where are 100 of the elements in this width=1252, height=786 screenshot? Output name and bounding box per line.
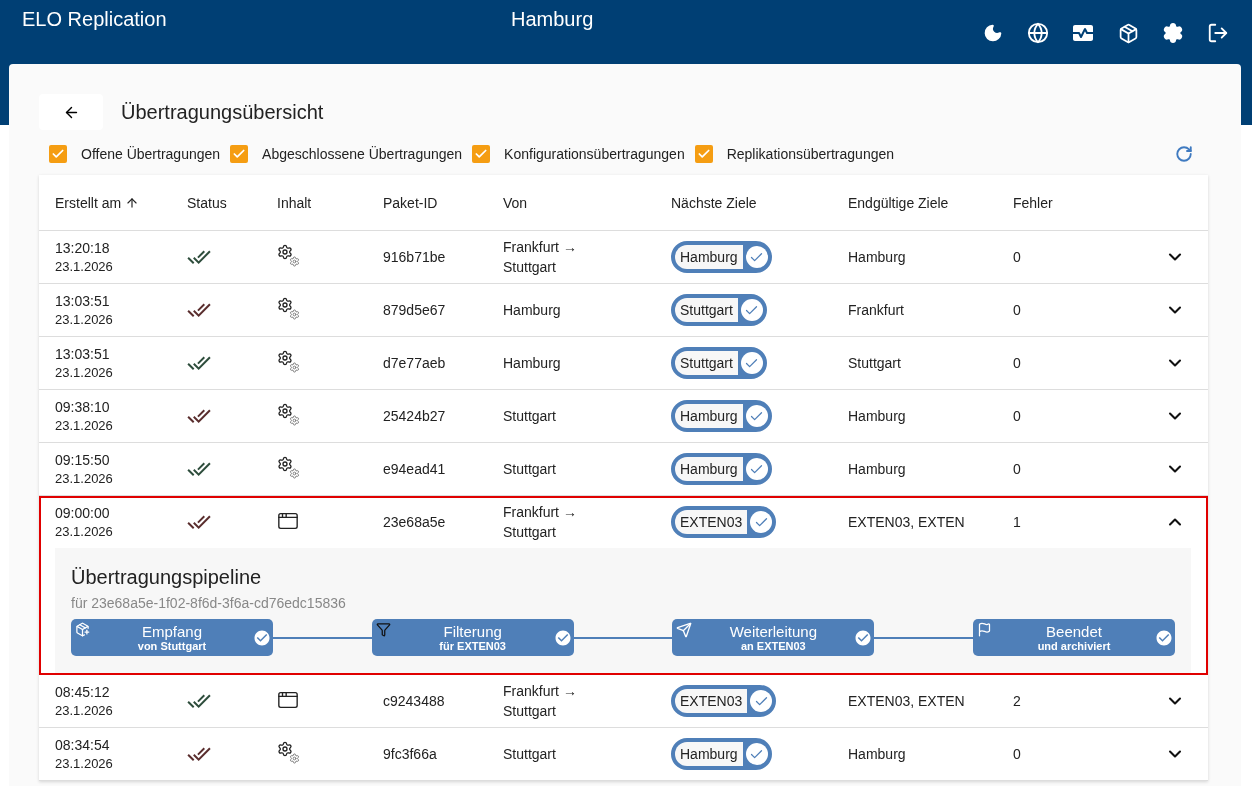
gears-icon <box>277 402 301 427</box>
final-targets: Hamburg <box>848 407 907 426</box>
final-targets: Hamburg <box>848 460 907 479</box>
package-id: 23e68a5e <box>383 513 447 532</box>
check-icon <box>745 458 768 480</box>
gears-icon <box>277 243 301 268</box>
globe-icon[interactable] <box>1026 21 1050 45</box>
package-id: e94ead41 <box>383 460 447 479</box>
check-icon <box>745 246 768 268</box>
final-targets: EXTEN03, EXTEN <box>848 513 966 532</box>
filter-icon <box>375 622 391 637</box>
time-text: 09:15:50 <box>55 452 111 468</box>
page-title: Übertragungsübersicht <box>121 100 324 124</box>
target-chip: Hamburg <box>671 400 772 432</box>
check-icon <box>474 147 489 161</box>
check-icon <box>232 147 247 161</box>
source-text: Hamburg <box>503 354 562 373</box>
column-header[interactable]: Fehler <box>1013 194 1139 211</box>
error-count: 2 <box>1013 692 1022 711</box>
package-id: 9fc3f66a <box>383 745 438 764</box>
send-icon <box>676 622 693 638</box>
package-id: 916b71be <box>383 248 447 267</box>
date-text: 23.1.2026 <box>55 756 114 771</box>
package-id: 25424b27 <box>383 407 447 426</box>
source-text: Stuttgart <box>503 407 557 426</box>
date-text: 23.1.2026 <box>55 365 114 380</box>
check-icon <box>740 299 763 321</box>
source-text: Frankfurt → Stuttgart <box>503 503 578 542</box>
error-count: 0 <box>1013 301 1022 320</box>
filter-label: Konfigurationsübertragungen <box>504 146 685 162</box>
source-text: Hamburg <box>503 301 562 320</box>
time-text: 09:38:10 <box>55 399 111 415</box>
pipeline-subtitle: für 23e68a5e-1f02-8f6d-3f6a-cd76edc15836 <box>71 595 347 611</box>
pipeline-step: Empfang von Stuttgart <box>71 619 273 656</box>
target-chip: Hamburg <box>671 241 772 273</box>
gears-icon <box>277 455 301 480</box>
column-header[interactable]: Nächste Ziele <box>671 194 848 211</box>
error-count: 0 <box>1013 745 1022 764</box>
time-text: 13:20:18 <box>55 240 111 256</box>
column-header[interactable]: Endgültige Ziele <box>848 194 1013 211</box>
target-chip: EXTEN03 <box>671 685 777 717</box>
check-icon <box>745 743 768 765</box>
target-chip: Stuttgart <box>671 294 767 326</box>
check-icon <box>740 352 763 374</box>
pipeline-step: Filterung für EXTEN03 <box>371 619 574 656</box>
target-chip: Hamburg <box>671 738 772 770</box>
date-text: 23.1.2026 <box>55 259 114 274</box>
check-icon <box>750 511 773 533</box>
location-title: Hamburg <box>511 7 595 31</box>
column-header[interactable]: Von <box>503 194 671 211</box>
filter-checkbox[interactable] <box>694 145 713 163</box>
date-text: 23.1.2026 <box>55 524 114 539</box>
column-header[interactable]: Erstellt am <box>55 194 187 211</box>
error-count: 0 <box>1013 248 1022 267</box>
filter-checkbox[interactable] <box>49 145 67 163</box>
time-text: 09:00:00 <box>55 505 111 521</box>
flag-icon <box>977 622 992 637</box>
source-text: Frankfurt → Stuttgart <box>503 238 578 277</box>
package-plus-icon <box>75 622 90 637</box>
target-chip: EXTEN03 <box>671 506 777 538</box>
package-id: d7e77aeb <box>383 354 447 373</box>
gears-icon <box>277 349 301 374</box>
final-targets: Frankfurt <box>848 301 905 320</box>
filter-checkbox[interactable] <box>230 145 249 163</box>
final-targets: Hamburg <box>848 745 907 764</box>
refresh-icon[interactable] <box>1175 145 1193 163</box>
target-chip: Hamburg <box>671 453 772 485</box>
logout-icon[interactable] <box>1206 21 1230 45</box>
column-header[interactable]: Status <box>187 194 277 211</box>
date-text: 23.1.2026 <box>55 471 114 486</box>
source-text: Stuttgart <box>503 745 557 764</box>
gears-icon <box>277 740 301 765</box>
pipeline-step: Beendet und archiviert <box>973 619 1175 656</box>
check-icon <box>51 147 65 161</box>
error-count: 0 <box>1013 407 1022 426</box>
date-text: 23.1.2026 <box>55 312 114 327</box>
error-count: 0 <box>1013 354 1022 373</box>
source-text: Stuttgart <box>503 460 557 479</box>
package-id: c9243488 <box>383 692 446 711</box>
final-targets: Stuttgart <box>848 354 902 373</box>
date-text: 23.1.2026 <box>55 703 114 718</box>
gears-icon <box>277 296 301 321</box>
date-text: 23.1.2026 <box>55 418 114 433</box>
settings-icon[interactable] <box>1161 21 1185 45</box>
check-icon <box>750 690 773 712</box>
column-header[interactable]: Inhalt <box>277 194 383 211</box>
pipeline-step: Weiterleitung an EXTEN03 <box>672 619 875 656</box>
time-text: 13:03:51 <box>55 346 111 362</box>
filter-label: Replikationsübertragungen <box>726 146 895 162</box>
final-targets: Hamburg <box>848 248 907 267</box>
filter-label: Offene Übertragungen <box>81 146 221 162</box>
pipeline-title: Übertragungspipeline <box>71 566 263 589</box>
final-targets: EXTEN03, EXTEN <box>848 692 966 711</box>
time-text: 08:45:12 <box>55 684 111 700</box>
package-id: 879d5e67 <box>383 301 447 320</box>
filter-checkbox[interactable] <box>472 145 491 163</box>
time-text: 13:03:51 <box>55 293 111 309</box>
error-count: 1 <box>1013 513 1022 532</box>
filter-label: Abgeschlossene Übertragungen <box>262 146 463 162</box>
column-header[interactable]: Paket-ID <box>383 194 503 211</box>
